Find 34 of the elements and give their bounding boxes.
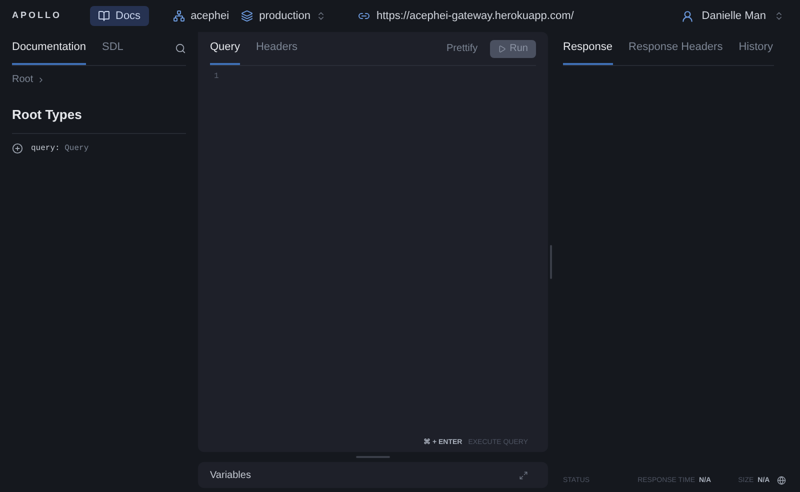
variant-selector[interactable]: production [241, 8, 326, 24]
resize-handle[interactable] [356, 456, 390, 458]
search-icon[interactable] [175, 43, 186, 54]
variables-panel[interactable]: Variables [198, 462, 548, 488]
breadcrumb[interactable]: Root [12, 72, 34, 87]
tab[interactable]: Response Headers [628, 32, 723, 65]
tab[interactable]: Query [210, 32, 240, 65]
layers-icon [241, 10, 254, 22]
tab[interactable]: Documentation [12, 32, 86, 65]
graph-selector[interactable]: acephei [172, 8, 230, 24]
resize-handle[interactable] [550, 245, 552, 279]
expand-icon[interactable] [519, 470, 528, 480]
variables-title: Variables [210, 468, 251, 482]
link-icon [358, 10, 370, 22]
globe-icon[interactable] [777, 476, 786, 486]
tab[interactable]: Response [563, 32, 613, 65]
updown-icon [316, 11, 326, 21]
updown-icon [774, 11, 784, 21]
section-title: Root Types [12, 105, 186, 134]
endpoint-url[interactable]: https://acephei-gateway.herokuapp.com/ [376, 8, 574, 24]
line-number: 1 [214, 71, 220, 83]
user-icon [680, 10, 694, 22]
logo[interactable]: APOLLO [12, 9, 62, 23]
network-icon [172, 10, 185, 22]
prettify-button[interactable]: Prettify [446, 32, 478, 65]
book-icon [98, 10, 110, 22]
tab[interactable]: SDL [102, 32, 124, 65]
play-icon [498, 44, 506, 52]
docs-button[interactable]: Docs [90, 6, 149, 26]
tab[interactable]: Headers [256, 32, 298, 65]
expand-icon[interactable] [12, 143, 23, 154]
tab[interactable]: History [738, 32, 773, 65]
user-menu[interactable]: Danielle Man [680, 8, 784, 24]
field-entry[interactable]: query: Query [31, 142, 89, 154]
